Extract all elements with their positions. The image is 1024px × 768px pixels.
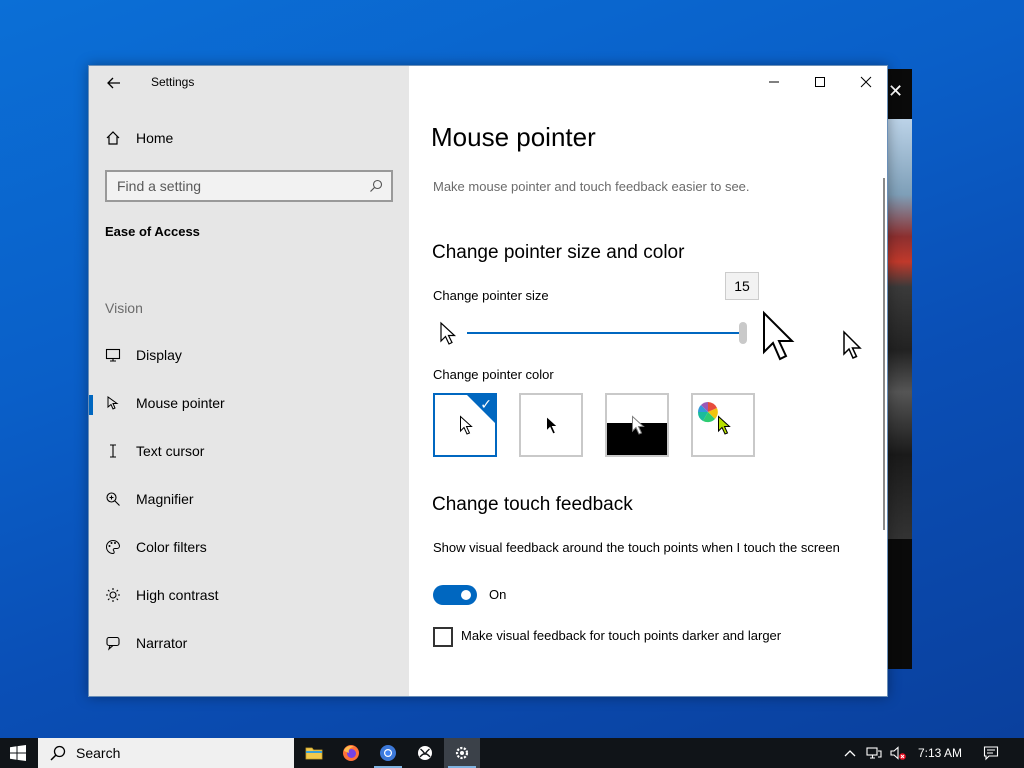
search-icon: [370, 179, 383, 192]
pointer-color-black-option[interactable]: [519, 393, 583, 457]
pointer-size-label: Change pointer size: [433, 288, 549, 303]
sidebar-item-label: High contrast: [136, 587, 219, 603]
page-description: Make mouse pointer and touch feedback ea…: [433, 179, 750, 194]
sidebar-item-high-contrast[interactable]: High contrast: [89, 575, 409, 615]
search-input[interactable]: Find a setting: [105, 170, 393, 202]
text-cursor-icon: [110, 444, 116, 458]
back-button[interactable]: [103, 72, 125, 94]
sidebar-item-color-filters[interactable]: Color filters: [89, 527, 409, 567]
settings-window: Settings Home Find a setting Ease of Acc…: [88, 65, 888, 697]
section-header: Vision: [105, 300, 143, 316]
darker-feedback-checkbox[interactable]: [433, 627, 453, 647]
mouse-pointer-icon: [107, 396, 119, 410]
nav-home-label: Home: [136, 130, 174, 146]
pointer-color-white-option[interactable]: ✓: [433, 393, 497, 457]
firefox-icon: [343, 745, 359, 761]
network-icon[interactable]: [866, 745, 882, 761]
taskbar-search[interactable]: Search: [38, 738, 294, 768]
sidebar-item-label: Text cursor: [136, 443, 205, 459]
sidebar-item-text-cursor[interactable]: Text cursor: [89, 431, 409, 471]
sidebar: Settings Home Find a setting Ease of Acc…: [89, 66, 409, 696]
chrome-icon: [380, 745, 396, 761]
xbox-icon: [418, 746, 432, 760]
taskbar-file-explorer[interactable]: [296, 738, 332, 768]
scrollbar[interactable]: [883, 178, 885, 530]
window-title: Settings: [151, 75, 195, 89]
sidebar-item-label: Color filters: [136, 539, 207, 555]
search-icon: [50, 745, 66, 761]
color-wheel-icon: [697, 402, 718, 423]
taskbar: Search 7:13 AM: [0, 738, 1024, 768]
taskbar-search-label: Search: [76, 745, 121, 761]
home-icon: [106, 131, 120, 145]
notification-icon[interactable]: [983, 745, 999, 761]
taskbar-xbox[interactable]: [407, 738, 443, 768]
touch-feedback-toggle[interactable]: [433, 585, 477, 605]
sidebar-item-display[interactable]: Display: [89, 335, 409, 375]
palette-icon: [106, 539, 121, 555]
heading-touch-feedback: Change touch feedback: [432, 494, 633, 515]
display-icon: [105, 348, 121, 362]
sidebar-item-mouse-pointer[interactable]: Mouse pointer: [89, 383, 409, 423]
sidebar-item-label: Mouse pointer: [136, 395, 225, 411]
heading-size-color: Change pointer size and color: [432, 242, 685, 263]
start-button[interactable]: [0, 738, 36, 768]
search-placeholder: Find a setting: [117, 178, 202, 194]
black-pointer-icon: [546, 415, 559, 435]
touch-feedback-label: Show visual feedback around the touch po…: [433, 540, 840, 555]
taskbar-settings[interactable]: [444, 738, 480, 768]
settings-icon: [455, 746, 469, 760]
back-arrow-icon: [107, 77, 120, 89]
volume-muted-icon[interactable]: [890, 745, 906, 761]
pointer-color-inverted-option[interactable]: [605, 393, 669, 457]
checkmark-icon: ✓: [480, 396, 492, 412]
windows-logo-icon: [10, 745, 26, 761]
inverted-pointer-icon: [632, 415, 645, 435]
nav-home[interactable]: Home: [105, 130, 173, 146]
background-close-icon[interactable]: ✕: [888, 81, 903, 102]
mouse-cursor-icon: [843, 330, 862, 359]
taskbar-chrome[interactable]: [370, 738, 406, 768]
slider-value-tooltip: 15: [725, 272, 759, 300]
category-title: Ease of Access: [105, 224, 200, 239]
sun-icon: [106, 588, 120, 602]
page-title: Mouse pointer: [431, 122, 596, 152]
content-pane: Mouse pointer Make mouse pointer and tou…: [409, 66, 889, 696]
taskbar-firefox[interactable]: [333, 738, 369, 768]
sidebar-item-narrator[interactable]: Narrator: [89, 623, 409, 663]
magnifier-icon: [106, 492, 120, 506]
background-photo: [888, 119, 912, 539]
pointer-size-slider-thumb[interactable]: [739, 322, 747, 344]
sidebar-item-magnifier[interactable]: Magnifier: [89, 479, 409, 519]
file-explorer-icon: [305, 747, 323, 760]
narrator-icon: [106, 636, 120, 651]
toggle-knob: [461, 590, 471, 600]
pointer-color-custom-option[interactable]: [691, 393, 755, 457]
sidebar-item-label: Magnifier: [136, 491, 194, 507]
toggle-state-label: On: [489, 587, 507, 602]
small-pointer-icon: [440, 321, 457, 345]
sidebar-item-label: Narrator: [136, 635, 188, 651]
pointer-size-slider-track[interactable]: [467, 332, 741, 334]
lime-pointer-icon: [718, 415, 731, 435]
large-pointer-icon: [763, 310, 795, 361]
sidebar-item-label: Display: [136, 347, 182, 363]
chevron-up-icon[interactable]: [842, 745, 858, 761]
pointer-color-label: Change pointer color: [433, 367, 554, 382]
taskbar-clock[interactable]: 7:13 AM: [918, 746, 962, 760]
darker-feedback-label[interactable]: Make visual feedback for touch points da…: [461, 628, 781, 643]
